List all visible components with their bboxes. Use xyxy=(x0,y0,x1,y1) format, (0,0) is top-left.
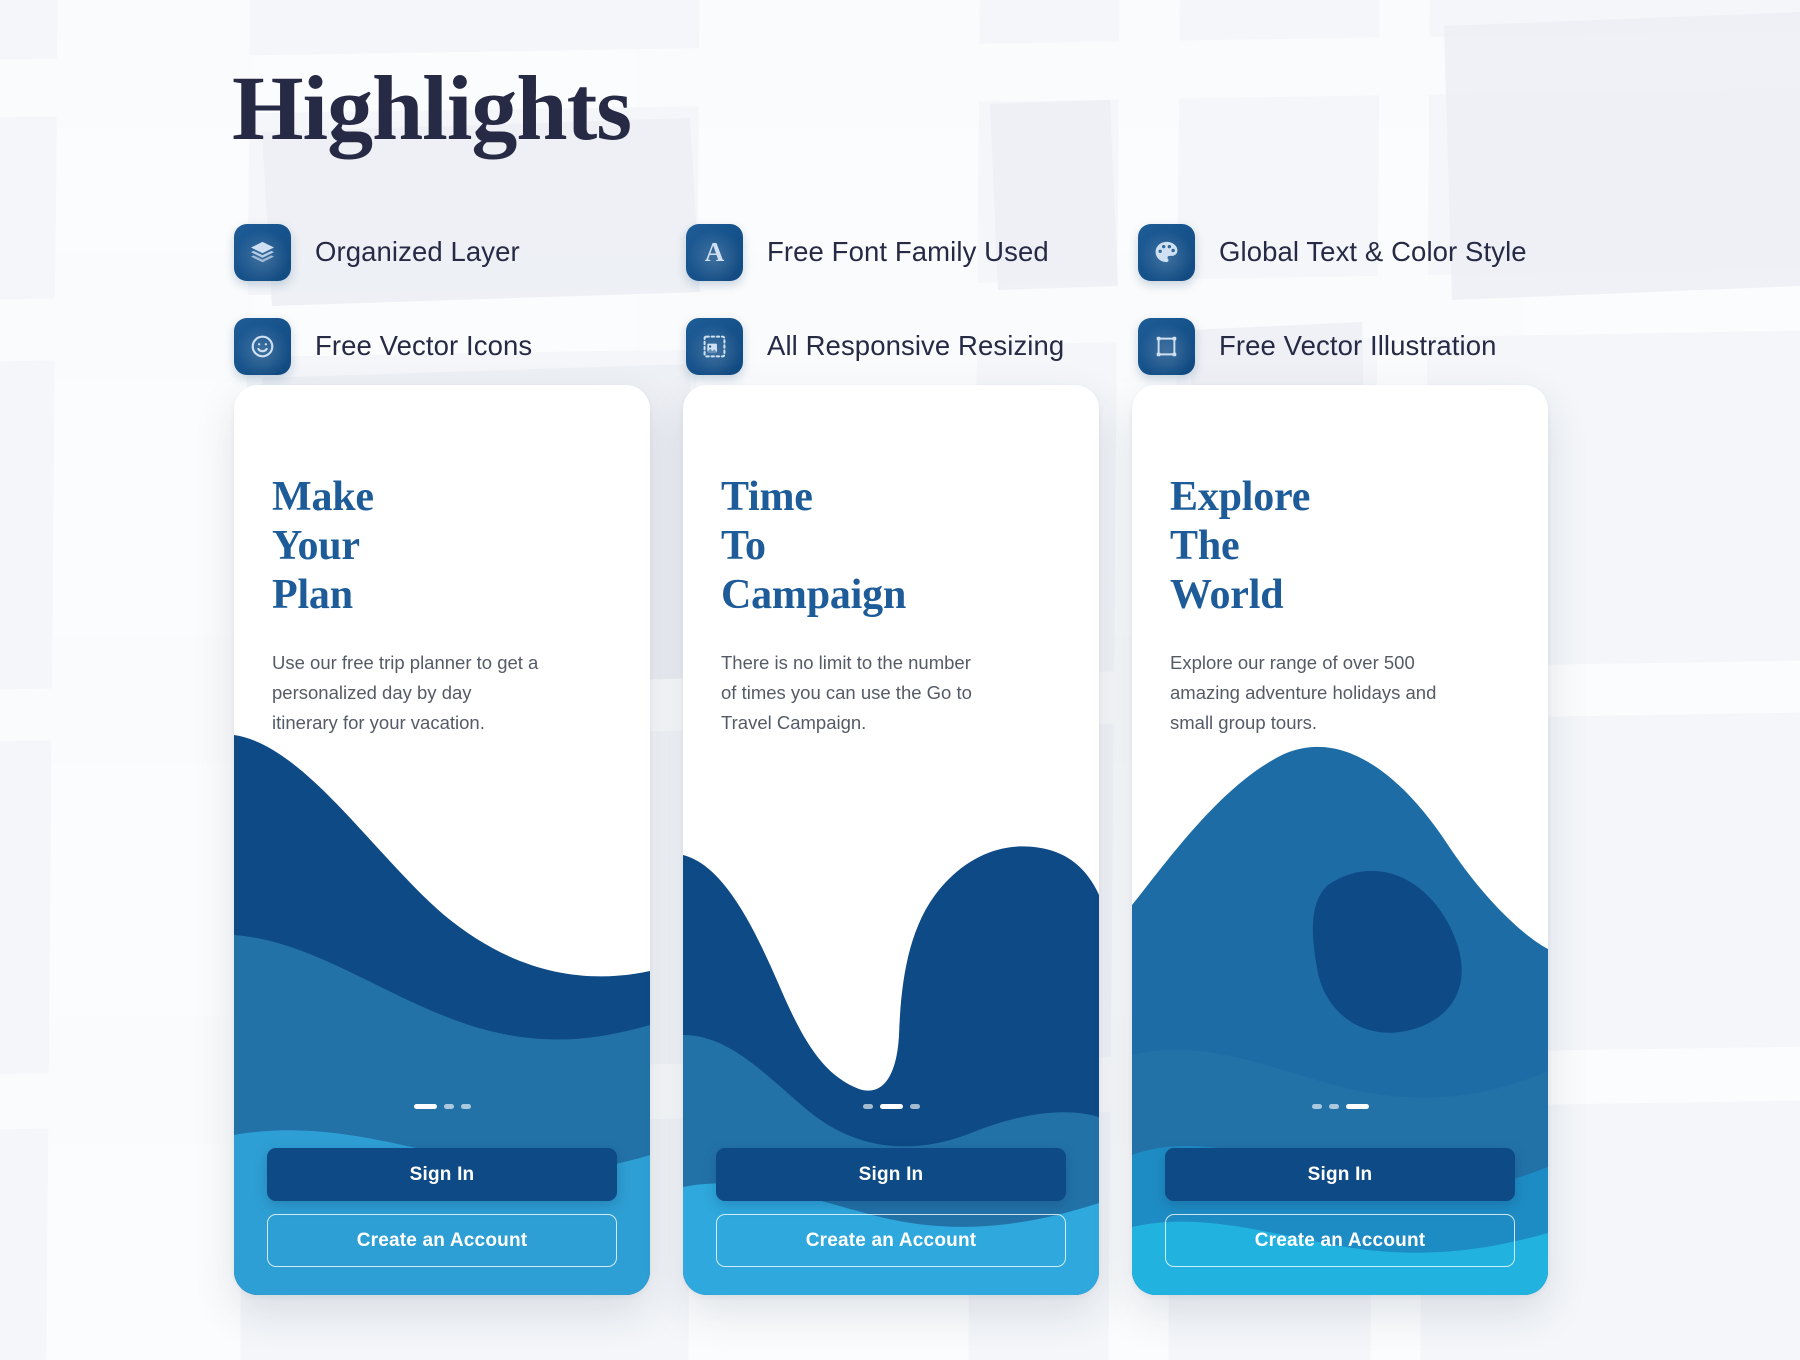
card-title-line: Make xyxy=(272,474,374,520)
pagination-dot[interactable] xyxy=(1311,1104,1322,1109)
phone-card-time-to-campaign[interactable]: Time To Campaign There is no limit to th… xyxy=(683,385,1099,1295)
feature-item-free-vector-icons: Free Vector Icons xyxy=(234,317,686,375)
card-title-line: Your xyxy=(272,523,360,570)
create-account-button[interactable]: Create an Account xyxy=(267,1214,617,1267)
feature-label: Global Text & Color Style xyxy=(1219,236,1527,267)
sign-in-button[interactable]: Sign In xyxy=(1165,1148,1515,1201)
phone-card-make-your-plan[interactable]: Make Your Plan Use our free trip planner… xyxy=(234,385,650,1295)
pagination-dot-active[interactable] xyxy=(879,1104,903,1109)
feature-item-all-responsive-resizing: All Responsive Resizing xyxy=(686,317,1138,375)
layers-icon xyxy=(234,223,291,281)
feature-label: Free Vector Illustration xyxy=(1219,330,1497,361)
feature-label: All Responsive Resizing xyxy=(767,330,1065,361)
feature-item-organized-layer: Organized Layer xyxy=(234,223,686,281)
feature-item-global-text-color-style: Global Text & Color Style xyxy=(1138,223,1564,281)
card-title-line: Campaign xyxy=(721,572,907,619)
pagination-dot-active[interactable] xyxy=(1345,1104,1369,1109)
pagination-dot[interactable] xyxy=(1328,1104,1339,1109)
card-title-line: World xyxy=(1170,572,1284,619)
image-frame-icon xyxy=(686,317,743,375)
card-header: Make Your Plan Use our free trip planner… xyxy=(272,473,616,738)
card-title-line: The xyxy=(1170,523,1240,570)
page-title: Highlights xyxy=(232,57,632,159)
smiley-icon xyxy=(234,317,291,375)
feature-item-free-vector-illustration: Free Vector Illustration xyxy=(1138,317,1564,375)
card-actions: Sign In Create an Account xyxy=(1165,1148,1515,1267)
phone-cards-row: Make Your Plan Use our free trip planner… xyxy=(234,385,1548,1295)
card-title-line: Time xyxy=(721,474,813,520)
pagination-dot[interactable] xyxy=(909,1104,920,1109)
card-title: Make Your Plan xyxy=(272,473,616,620)
font-a-icon: A xyxy=(686,223,743,281)
feature-item-free-font-family: A Free Font Family Used xyxy=(686,223,1138,281)
transform-box-icon xyxy=(1138,317,1195,375)
sign-in-button[interactable]: Sign In xyxy=(267,1148,617,1201)
create-account-button[interactable]: Create an Account xyxy=(716,1214,1066,1267)
feature-label: Free Font Family Used xyxy=(767,236,1049,267)
feature-label: Organized Layer xyxy=(315,236,520,267)
card-title: Time To Campaign xyxy=(721,473,1065,620)
features-grid: Organized Layer A Free Font Family Used … xyxy=(234,205,1564,393)
card-title: Explore The World xyxy=(1170,473,1514,620)
pagination-dot[interactable] xyxy=(862,1104,873,1109)
phone-card-explore-the-world[interactable]: Explore The World Explore our range of o… xyxy=(1132,385,1548,1295)
card-description: Use our free trip planner to get a perso… xyxy=(272,652,539,734)
pagination-dot[interactable] xyxy=(460,1104,471,1109)
pagination-dots[interactable] xyxy=(1132,1104,1548,1109)
card-header: Explore The World Explore our range of o… xyxy=(1170,473,1514,738)
card-actions: Sign In Create an Account xyxy=(267,1148,617,1267)
pagination-dots[interactable] xyxy=(234,1104,650,1109)
card-description: There is no limit to the number of times… xyxy=(721,652,972,734)
card-title-line: Explore xyxy=(1170,474,1311,520)
create-account-button[interactable]: Create an Account xyxy=(1165,1214,1515,1267)
card-title-line: To xyxy=(721,523,766,570)
sign-in-button[interactable]: Sign In xyxy=(716,1148,1066,1201)
card-actions: Sign In Create an Account xyxy=(716,1148,1066,1267)
pagination-dot-active[interactable] xyxy=(413,1104,437,1109)
palette-icon xyxy=(1138,223,1195,281)
card-header: Time To Campaign There is no limit to th… xyxy=(721,473,1065,738)
slide-root: Highlights Organized Layer A Free Font F… xyxy=(0,0,1800,1360)
pagination-dots[interactable] xyxy=(683,1104,1099,1109)
feature-label: Free Vector Icons xyxy=(315,330,533,361)
card-description: Explore our range of over 500 amazing ad… xyxy=(1170,652,1437,734)
pagination-dot[interactable] xyxy=(443,1104,454,1109)
card-title-line: Plan xyxy=(272,572,353,619)
